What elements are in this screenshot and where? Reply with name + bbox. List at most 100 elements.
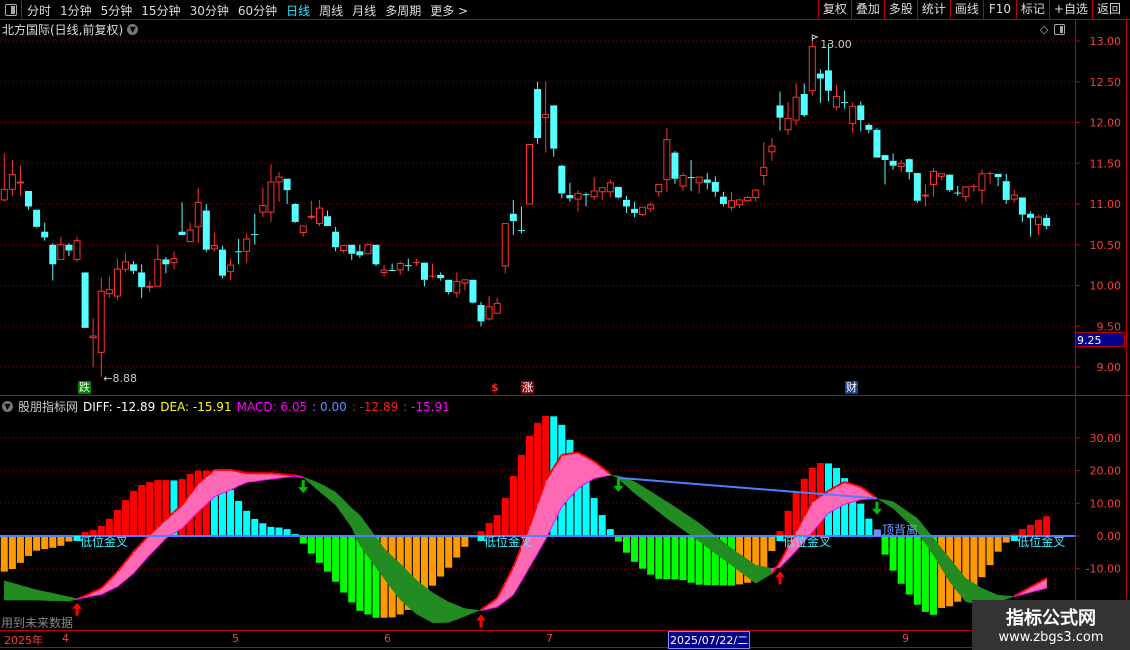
candle-body <box>606 182 614 193</box>
candle <box>412 258 420 266</box>
candle-body <box>865 124 873 130</box>
candle-body <box>461 279 469 284</box>
marker-die[interactable]: 跌 <box>78 381 91 394</box>
candle-body <box>994 173 1002 178</box>
candle-body <box>558 165 566 194</box>
macd-histogram-bar <box>267 526 275 536</box>
candle <box>307 200 315 220</box>
candle <box>784 102 792 135</box>
candle-body <box>202 210 210 250</box>
diff-dea-ribbon-down <box>424 585 433 624</box>
time-axis: 2025年 4 5 6 7 2025/07/22/二 9 <box>0 630 1075 649</box>
diff-dea-ribbon-down <box>763 566 773 579</box>
watermark-url: www.zbgs3.com <box>998 630 1104 645</box>
macd-histogram-bar <box>348 536 356 603</box>
candle <box>162 256 170 274</box>
candle-body <box>566 195 574 199</box>
indicator-name[interactable]: 股朋指标网 <box>18 398 78 415</box>
macd-histogram-bar <box>897 536 905 584</box>
candle-body <box>752 189 760 198</box>
time-year: 2025年 <box>4 634 43 647</box>
macd-histogram-bar <box>445 536 453 568</box>
macd-histogram-bar <box>1043 516 1051 536</box>
diff-dea-ribbon-down <box>626 478 635 494</box>
candle-body <box>162 259 170 265</box>
marker-zhang[interactable]: 涨 <box>521 381 534 394</box>
candle-body <box>711 181 719 192</box>
macd-histogram-bar <box>768 536 776 552</box>
candle-body <box>833 95 841 108</box>
indicator-header: ▼ 股朋指标网 DIFF: -12.89 DEA: -15.91 MACD: 6… <box>2 398 450 415</box>
candle-body <box>841 102 849 104</box>
macd-histogram-bar <box>275 527 283 536</box>
marker-dollar[interactable]: $ <box>490 381 500 394</box>
diff-dea-ribbon-down <box>456 604 466 620</box>
candle <box>210 232 218 252</box>
candle <box>49 243 57 281</box>
divergence-marker <box>873 529 881 536</box>
candle <box>736 199 744 209</box>
candle-body <box>437 274 445 279</box>
macd-histogram-bar <box>606 529 614 536</box>
diff-line <box>278 472 288 476</box>
candle-body <box>372 244 380 265</box>
candle-body <box>138 272 146 288</box>
macd-histogram-bar <box>784 510 792 536</box>
panel-divider[interactable] <box>0 395 1130 396</box>
line5-value: : -12.89 <box>351 399 399 414</box>
marker-cai[interactable]: 财 <box>845 381 858 394</box>
candle <box>970 183 978 192</box>
candle <box>97 277 105 377</box>
candle <box>930 168 937 197</box>
candle-body <box>889 160 897 166</box>
candle-body <box>768 145 776 153</box>
candle-body <box>728 200 735 208</box>
candle <box>873 128 881 158</box>
candle <box>364 243 372 255</box>
candle-body <box>1018 197 1026 215</box>
candle-body <box>420 262 428 280</box>
candle <box>841 90 849 109</box>
candle-body <box>291 204 299 222</box>
candle <box>978 169 986 204</box>
chart-canvas[interactable]: 13.00 ←8.88 顶背离低位金叉 低位金叉 低位金叉 低位金叉 <box>0 0 1075 630</box>
candle <box>800 83 808 117</box>
macd-histogram-bar <box>340 536 348 593</box>
candle-body <box>962 186 970 198</box>
candle <box>752 189 760 202</box>
diff-line <box>287 473 296 477</box>
watermark-title: 指标公式网 <box>1006 608 1096 629</box>
macd-value: MACD: 6.05 <box>236 399 308 414</box>
diff-dea-ribbon-down <box>52 592 62 601</box>
time-month: 7 <box>546 632 553 645</box>
diff-dea-ribbon-down <box>666 501 676 525</box>
candle-body <box>816 73 824 79</box>
candle-body <box>550 105 558 149</box>
candle-body <box>501 223 509 267</box>
candle-body <box>97 290 105 353</box>
macd-histogram-bar <box>122 500 129 536</box>
macd-histogram-bar <box>437 536 445 577</box>
candle <box>57 236 65 260</box>
macd-histogram-bar <box>857 503 865 536</box>
chevron-down-icon[interactable]: ▼ <box>2 401 13 412</box>
candle-body <box>526 144 533 205</box>
macd-histogram-bar <box>647 536 655 575</box>
candle <box>509 199 517 235</box>
dea-line <box>771 566 781 569</box>
candle-body <box>364 244 372 255</box>
candle-body <box>315 207 323 225</box>
candle <box>146 280 154 293</box>
candle <box>558 164 566 199</box>
candle-body <box>412 261 420 263</box>
candle <box>291 203 299 223</box>
candle-body <box>122 261 129 270</box>
candle <box>453 272 461 298</box>
macd-histogram-bar <box>590 498 598 536</box>
dea-value: DEA: -15.91 <box>160 399 232 414</box>
toolbar-button[interactable]: 返回 <box>1091 0 1125 19</box>
macd-histogram-bar <box>25 536 33 556</box>
diff-dea-ribbon-down <box>311 479 320 493</box>
macd-histogram-bar <box>49 536 57 548</box>
candle-body <box>445 279 453 293</box>
